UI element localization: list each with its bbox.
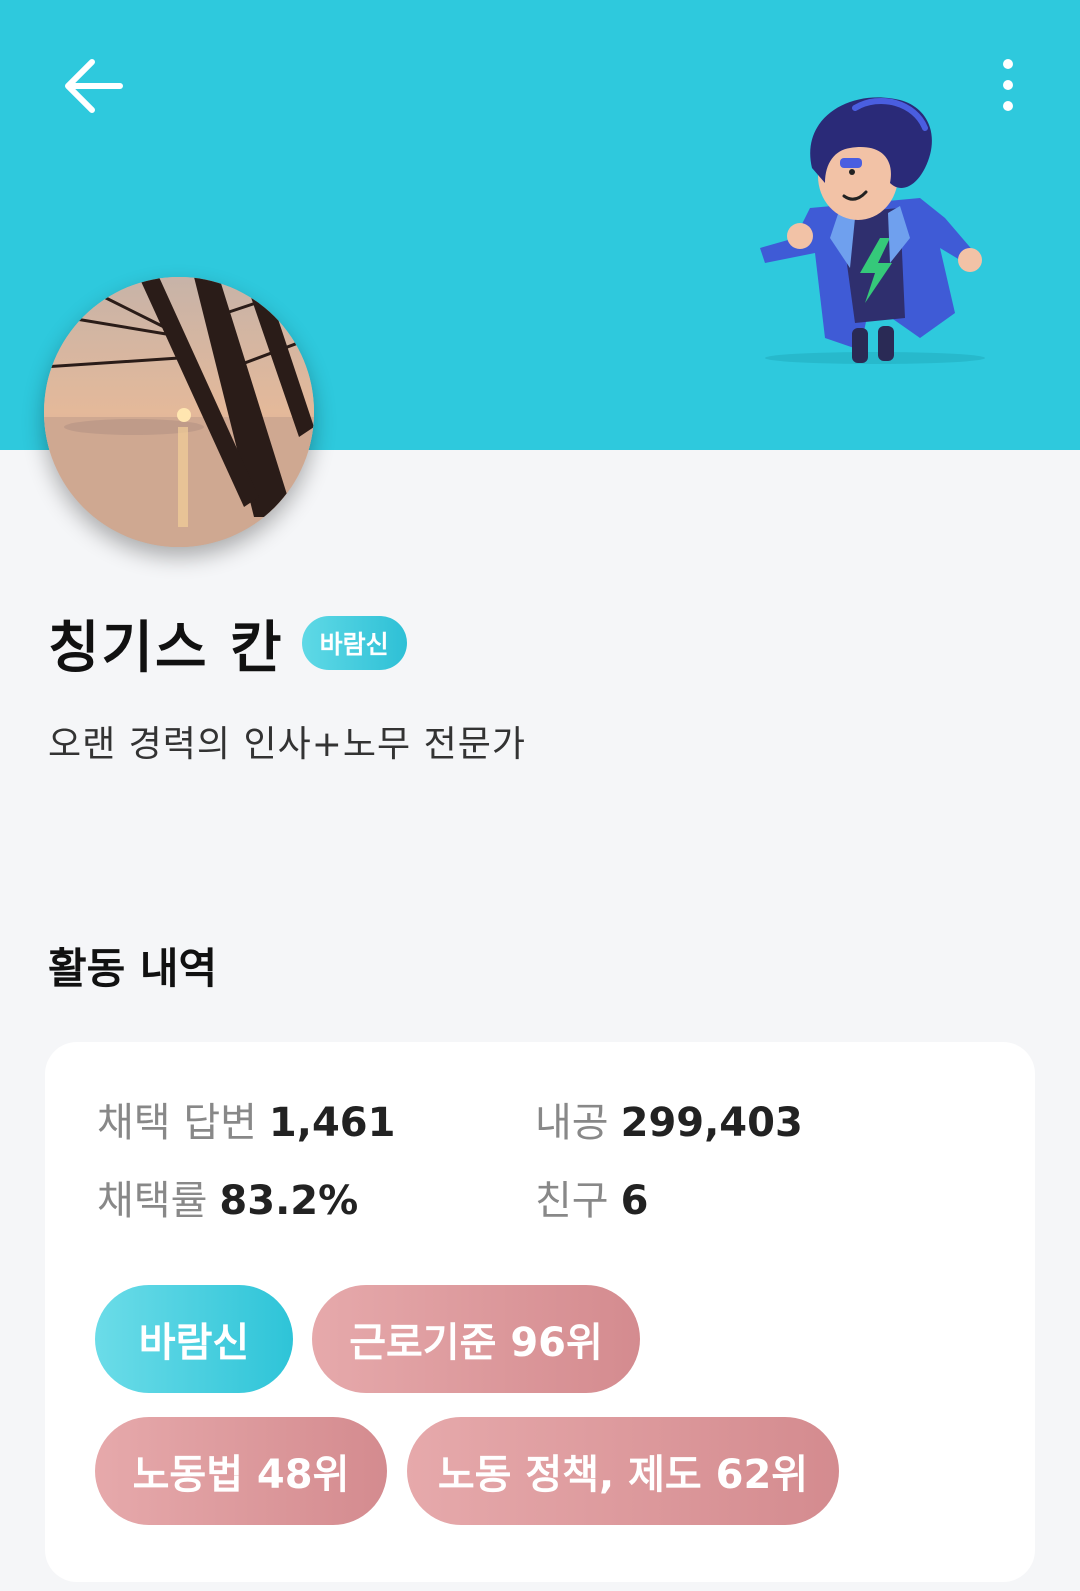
- activity-card: 채택 답변 1,461 내공 299,403 채택률 83.2% 친구 6 바람신 근로…: [45, 1042, 1035, 1582]
- stat-value: 83.2%: [219, 1178, 359, 1224]
- stat-value: 299,403: [620, 1100, 803, 1146]
- grade-badge[interactable]: 바람신: [301, 616, 407, 670]
- profile-avatar[interactable]: [44, 277, 314, 547]
- stat-label: 내공: [535, 1100, 609, 1146]
- stat-label: 채택률: [97, 1178, 208, 1224]
- stat-naegong: 내공 299,403: [535, 1090, 803, 1148]
- activity-section-title: 활동 내역: [48, 944, 218, 993]
- stat-friends[interactable]: 친구 6: [535, 1168, 648, 1226]
- stat-selected-answers: 채택 답변 1,461: [97, 1090, 395, 1148]
- grade-character-illustration: [760, 97, 985, 364]
- badge-chip-rank-labor-standards[interactable]: 근로기준 96위: [312, 1285, 640, 1393]
- stat-label: 친구: [535, 1178, 609, 1224]
- badge-chip-rank-labor-policy[interactable]: 노동 정책, 제도 62위: [407, 1417, 839, 1525]
- badge-chip-rank-labor-law[interactable]: 노동법 48위: [95, 1417, 387, 1525]
- profile-description: 오랜 경력의 인사+노무 전문가: [48, 724, 526, 765]
- stat-selection-rate: 채택률 83.2%: [97, 1168, 358, 1226]
- badge-chip-grade[interactable]: 바람신: [95, 1285, 293, 1393]
- stat-value: 1,461: [268, 1100, 396, 1146]
- back-button[interactable]: [58, 52, 130, 124]
- avatar-photo: [44, 277, 314, 547]
- stat-label: 채택 답변: [97, 1100, 257, 1146]
- profile-name: 칭기스 칸: [48, 615, 284, 681]
- stat-value: 6: [620, 1178, 649, 1224]
- arrow-left-icon: [65, 59, 123, 113]
- profile-name-row: 칭기스 칸 바람신: [48, 608, 407, 681]
